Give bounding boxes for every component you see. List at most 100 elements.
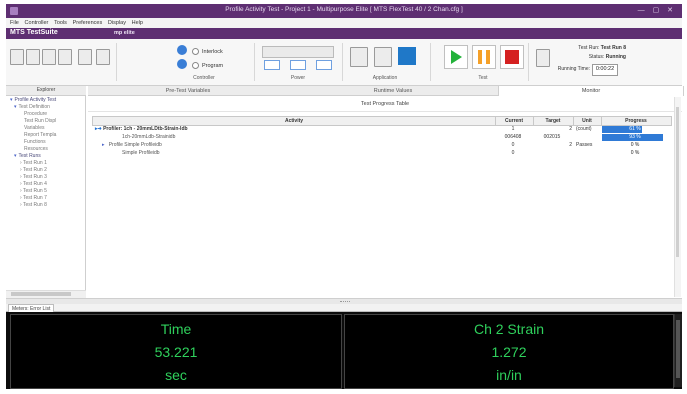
activity-cell: ▸ Profile Simple Profileidb xyxy=(102,142,162,148)
monitor-panel: Test Progress Table Activity Current Tar… xyxy=(88,97,682,298)
column-unit[interactable]: Unit xyxy=(573,117,602,125)
tree-item-test-run-3[interactable]: › Test Run 3 xyxy=(20,174,47,180)
current-cell: 1 xyxy=(511,126,515,132)
run-test-button[interactable] xyxy=(444,45,468,69)
menu-preferences[interactable]: Preferences xyxy=(73,18,103,28)
activity-cell: 1ch-20mmLdb-Strainidb xyxy=(122,134,176,140)
tab-monitor[interactable]: Monitor xyxy=(498,86,684,96)
tree-item-test-run-5[interactable]: › Test Run 5 xyxy=(20,188,47,194)
panel-vertical-scrollbar[interactable] xyxy=(674,97,681,297)
meter-name: Time xyxy=(160,321,192,337)
open-project-icon[interactable] xyxy=(26,49,40,65)
scrollbar-thumb[interactable] xyxy=(11,292,71,296)
tree-item-functions[interactable]: Functions xyxy=(24,139,46,145)
meter-time[interactable]: Time 53.221 sec xyxy=(10,314,342,389)
column-progress[interactable]: Progress xyxy=(601,117,671,125)
controller-group-label: Controller xyxy=(193,75,215,81)
meters-panel: Time 53.221 sec Ch 2 Strain 1.272 in/in xyxy=(6,312,682,389)
tree-item-test-run-8[interactable]: › Test Run 8 xyxy=(20,202,47,208)
interlock-option[interactable]: Interlock xyxy=(192,48,223,55)
progress-table-header: Activity Current Target Unit Progress xyxy=(92,116,672,126)
window-controls[interactable]: — ▢ ✕ xyxy=(638,6,676,14)
save-project-icon[interactable] xyxy=(42,49,56,65)
program-option[interactable]: Program xyxy=(192,62,223,69)
new-test-icon[interactable] xyxy=(58,49,72,65)
meters-vertical-scrollbar[interactable] xyxy=(674,314,682,387)
table-row[interactable]: ▸ Profile Simple Profileidb 0 2 Passes 0… xyxy=(92,142,670,149)
download-icon[interactable] xyxy=(350,47,368,67)
running-arrow-icon: ▸➜ xyxy=(95,126,102,132)
unit-cell: (count) xyxy=(576,126,592,132)
interlock-reset-icon[interactable] xyxy=(177,45,187,55)
toolbar-separator xyxy=(254,43,255,81)
column-target[interactable]: Target xyxy=(533,117,574,125)
tree-item-variables[interactable]: Variables xyxy=(24,125,44,131)
tab-runtime-values[interactable]: Runtime Values xyxy=(288,86,498,96)
progress-cell: 0 % xyxy=(602,150,668,157)
meter-ch2-strain[interactable]: Ch 2 Strain 1.272 in/in xyxy=(344,314,674,389)
progress-cell: 93 % xyxy=(602,134,668,141)
profile-name: mp elite xyxy=(114,30,135,36)
explorer-title: Explorer xyxy=(6,86,86,96)
explorer-horizontal-scrollbar[interactable] xyxy=(6,290,86,298)
stop-icon xyxy=(505,50,519,64)
tree-item-procedure[interactable]: Procedure xyxy=(24,111,47,117)
user-icon[interactable] xyxy=(374,47,392,67)
tree-item-test-run-2[interactable]: › Test Run 2 xyxy=(20,167,47,173)
pause-icon xyxy=(486,50,490,64)
column-current[interactable]: Current xyxy=(495,117,534,125)
menu-tools[interactable]: Tools xyxy=(54,18,67,28)
menu-controller[interactable]: Controller xyxy=(25,18,49,28)
stop-test-button[interactable] xyxy=(500,45,524,69)
tree-item-report-templates[interactable]: Report Templa xyxy=(24,132,56,138)
progress-label: 0 % xyxy=(630,150,640,156)
column-activity[interactable]: Activity xyxy=(93,117,496,125)
open-test-icon[interactable] xyxy=(78,49,92,65)
tree-item-test-runs[interactable]: ▾ Test Runs xyxy=(14,153,41,159)
login-arrow-icon[interactable] xyxy=(398,47,416,65)
menu-bar: File Controller Tools Preferences Displa… xyxy=(6,18,682,28)
menu-display[interactable]: Display xyxy=(108,18,126,28)
power-indicator-strip xyxy=(262,46,334,58)
meters-tab-strip: Meters: Error List xyxy=(6,304,682,313)
meter-unit: sec xyxy=(165,367,187,383)
test-run-icon xyxy=(536,49,550,67)
power-low-icon[interactable] xyxy=(290,60,306,70)
activity-cell: ▸➜ Profiler: 1ch - 20mmLDtb-Strain-Idb xyxy=(95,126,188,132)
tree-item-resources[interactable]: Resources xyxy=(24,146,48,152)
running-time-label: Running Time: xyxy=(557,66,590,72)
scrollbar-thumb[interactable] xyxy=(676,320,680,378)
hold-test-button[interactable] xyxy=(472,45,496,69)
explorer-pane: Explorer ▾ Profile Activity Test ▾ Test De… xyxy=(6,86,86,298)
scrollbar-thumb[interactable] xyxy=(676,107,679,257)
tree-item-test-definition[interactable]: ▾ Test Definition xyxy=(14,104,50,110)
tree-item-test-run-7[interactable]: › Test Run 7 xyxy=(20,195,47,201)
meter-value: 1.272 xyxy=(491,344,527,360)
power-off-icon[interactable] xyxy=(264,60,280,70)
tree-item-test-run-4[interactable]: › Test Run 4 xyxy=(20,181,47,187)
unit-cell xyxy=(576,134,604,141)
power-group-label: Power xyxy=(290,75,306,81)
program-reset-icon[interactable] xyxy=(177,59,187,69)
title-bar: Profile Activity Test - Project 1 - Mult… xyxy=(6,4,682,18)
power-high-icon[interactable] xyxy=(316,60,332,70)
tree-item-profile-activity-test[interactable]: ▾ Profile Activity Test xyxy=(10,97,56,103)
current-cell: 0 xyxy=(511,142,515,148)
new-project-icon[interactable] xyxy=(10,49,24,65)
menu-file[interactable]: File xyxy=(10,18,19,28)
table-row[interactable]: 1ch-20mmLdb-Strainidb 006408 002015 93 % xyxy=(92,134,670,141)
toolbar-separator xyxy=(342,43,343,81)
tree-item-test-run-display[interactable]: Test Run Displ xyxy=(24,118,56,124)
progress-cell: 61 % xyxy=(602,126,668,133)
brand-bar: MTS TestSuite mp elite xyxy=(6,28,682,39)
expand-arrow-icon[interactable]: ▸ xyxy=(102,142,105,148)
tab-pre-test-variables[interactable]: Pre-Test Variables xyxy=(88,86,288,96)
tree-item-test-run-1[interactable]: › Test Run 1 xyxy=(20,160,47,166)
window-title: Profile Activity Test - Project 1 - Mult… xyxy=(225,6,463,13)
save-test-icon[interactable] xyxy=(96,49,110,65)
menu-help[interactable]: Help xyxy=(132,18,143,28)
table-row[interactable]: ▸➜ Profiler: 1ch - 20mmLDtb-Strain-Idb 1… xyxy=(92,126,670,133)
meter-unit: in/in xyxy=(496,367,522,383)
table-row[interactable]: Simple Profileidb 0 0 % xyxy=(92,150,670,157)
running-time-value: 0:00:22 xyxy=(592,64,618,76)
